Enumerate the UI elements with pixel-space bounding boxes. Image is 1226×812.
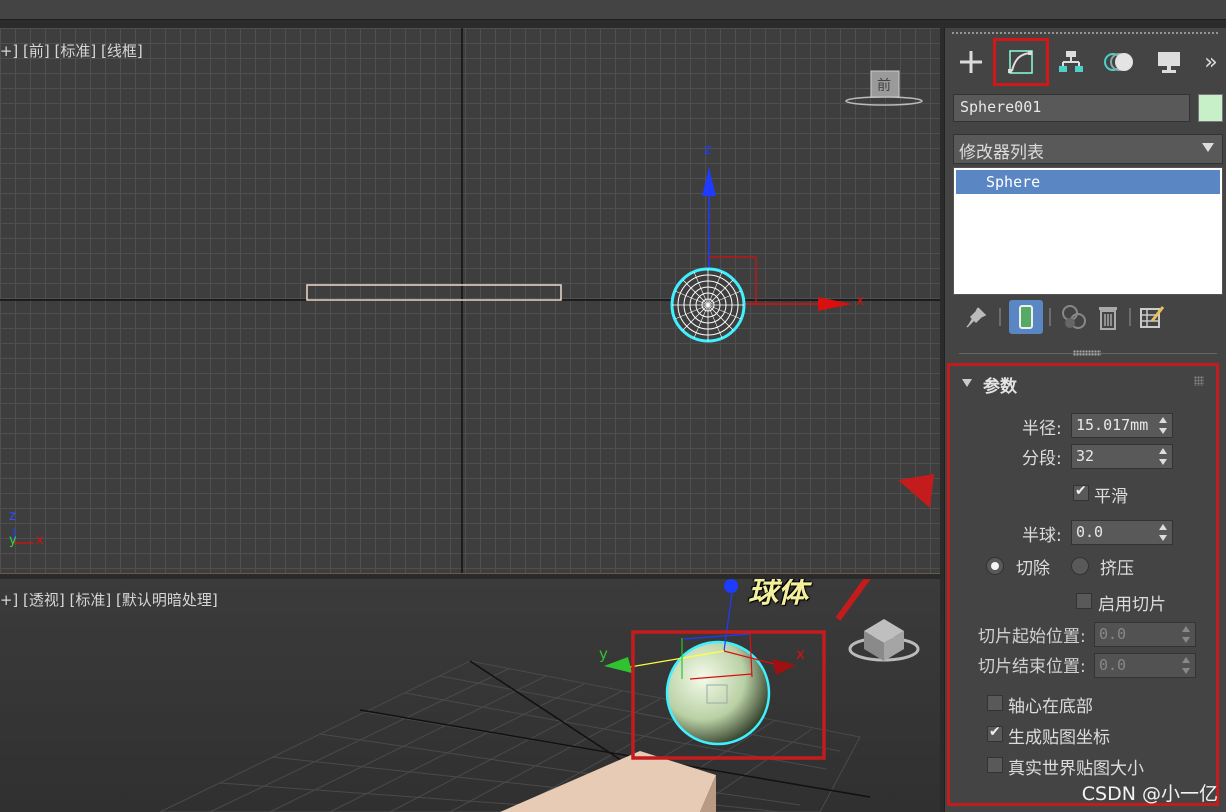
chop-label[interactable]: 切除 [1016,554,1050,579]
command-tabs: » [951,38,1226,86]
configure-modifier-sets-button[interactable] [1135,300,1169,334]
gizmo-x-label-persp: x [796,645,805,663]
box-object-front [306,284,562,301]
slice-to-value: 0.0 [1099,656,1127,674]
slice-from-spinner[interactable]: 0.0 [1094,622,1196,647]
rollup-grip[interactable] [1073,350,1101,356]
remove-modifier-button[interactable] [1091,300,1125,334]
slice-on-label[interactable]: 启用切片 [1098,590,1166,615]
slice-from-label: 切片起始位置: [978,627,1086,647]
display-tab[interactable] [1149,42,1189,82]
sphere-object-front [670,267,746,343]
triad-z-label: z [9,509,16,524]
spinner-arrows-icon[interactable] [1182,657,1191,674]
make-unique-icon [1062,305,1086,329]
hierarchy-tab[interactable] [1051,42,1091,82]
stack-tools [953,300,1223,336]
create-icon [960,51,982,73]
radius-value: 15.017mm [1076,416,1149,434]
pin-icon [966,307,987,328]
motion-tab[interactable] [1099,42,1139,82]
pin-stack-button[interactable] [959,300,993,334]
gizmo-y-label: y [599,645,608,663]
viewcube-front-face[interactable]: 前 [877,75,891,95]
hemisphere-value: 0.0 [1076,523,1104,541]
configure-icon [1140,306,1165,328]
more-tabs-button[interactable]: » [1191,42,1226,82]
slice-on-checkbox[interactable] [1076,593,1092,609]
modify-icon [1008,50,1033,74]
smooth-checkbox[interactable] [1073,483,1089,501]
chevron-down-icon [1202,143,1214,152]
box-object-perspective [500,751,716,812]
rollout-grip-icon [1194,376,1204,386]
modifier-list-label: 修改器列表 [959,143,1044,163]
hierarchy-icon [1059,51,1083,72]
segments-value: 32 [1076,447,1095,465]
real-world-map-size-checkbox[interactable] [987,757,1003,773]
generate-mapping-label[interactable]: 生成贴图坐标 [1008,723,1110,748]
show-end-result-icon [1019,305,1033,329]
radius-spinner[interactable]: 15.017mm [1071,413,1173,438]
tool-separator [999,308,1001,326]
watermark: CSDN @小一亿 [1081,783,1218,805]
create-tab[interactable] [951,42,991,82]
front-viewport[interactable]: [+] [前] [标准] [线框] 前 z x z y x [0,28,940,573]
base-to-pivot-checkbox[interactable] [987,695,1003,711]
spinner-arrows-icon[interactable] [1159,417,1168,434]
modifier-list-dropdown[interactable]: 修改器列表 [953,134,1223,164]
slice-to-label: 切片结束位置: [978,657,1086,677]
panel-grip[interactable] [951,31,1219,36]
perspective-viewport[interactable]: [+] [透视] [标准] [默认明暗处理] 球体 y x [0,579,940,812]
display-icon [1158,52,1180,73]
top-toolbar-strip [0,0,1226,20]
collapse-triangle-icon[interactable] [962,379,972,387]
parameters-rollout: 参数 半径: 15.017mm 分段: 32 平滑 半球: 0.0 切除 挤压 … [947,363,1219,806]
base-to-pivot-label[interactable]: 轴心在底部 [1008,692,1093,717]
smooth-label[interactable]: 平滑 [1094,482,1128,507]
triad-x-label: x [36,533,44,548]
slice-from-value: 0.0 [1099,625,1127,643]
command-panel: » Sphere001 修改器列表 Sphere 参数 半径: 15.017mm… [944,28,1226,812]
segments-spinner[interactable]: 32 [1071,444,1173,469]
modifier-stack-item-sphere[interactable]: Sphere [956,170,1220,194]
slice-to-spinner[interactable]: 0.0 [1094,653,1196,678]
perspective-viewport-scene [159,579,920,812]
gizmo-x-label: x [856,293,865,309]
segments-label: 分段: [1022,449,1062,469]
spinner-arrows-icon[interactable] [1182,626,1191,643]
triad-y-label: y [9,533,17,548]
parameters-title[interactable]: 参数 [983,372,1017,397]
chop-radio[interactable] [986,557,1004,575]
squash-radio[interactable] [1071,557,1089,575]
red-arrowhead [898,474,934,508]
front-viewport-scene [0,28,940,573]
make-unique-button[interactable] [1057,300,1091,334]
radius-label: 半径: [1022,419,1062,439]
spinner-arrows-icon[interactable] [1159,524,1168,541]
real-world-map-size-label[interactable]: 真实世界贴图大小 [1008,754,1144,779]
squash-label[interactable]: 挤压 [1100,554,1134,579]
motion-icon [1104,53,1133,71]
tool-separator [1129,308,1131,326]
spinner-arrows-icon[interactable] [1159,448,1168,465]
trash-icon [1099,307,1117,330]
gizmo-z-label: z [704,142,712,158]
generate-mapping-checkbox[interactable] [987,724,1003,742]
modifier-stack[interactable]: Sphere [953,167,1223,295]
hemisphere-label: 半球: [1022,526,1062,546]
hemisphere-spinner[interactable]: 0.0 [1071,520,1173,545]
sphere-annotation-label: 球体 [748,579,808,610]
modify-tab[interactable] [993,38,1049,86]
object-name-field[interactable]: Sphere001 [953,94,1190,122]
show-end-result-button[interactable] [1009,300,1043,334]
tool-separator [1049,308,1051,326]
object-color-swatch[interactable] [1198,94,1223,122]
